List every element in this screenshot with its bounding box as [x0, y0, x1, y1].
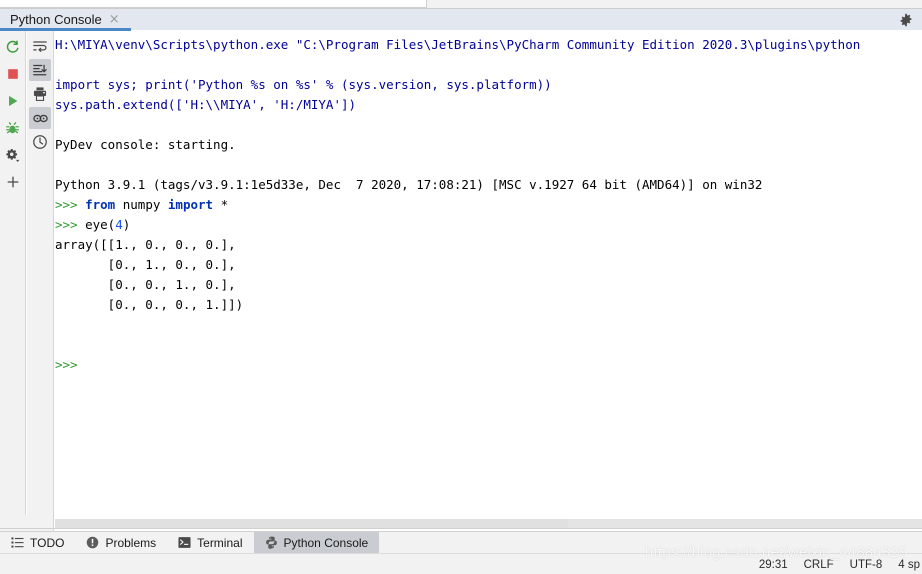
tool-window-button-problems[interactable]: Problems [75, 532, 167, 553]
console-segment: eye( [85, 217, 116, 232]
todo-list-icon [11, 536, 24, 549]
console-segment: >>> [55, 357, 78, 372]
tool-window-button-python-console[interactable]: Python Console [253, 532, 380, 553]
console-segment: sys.path.extend(['H:\\MIYA', 'H:/MIYA']) [55, 97, 357, 112]
tool-window-button-python-console-label: Python Console [283, 535, 369, 550]
settings-dropdown-icon[interactable] [2, 144, 24, 166]
console-segment: array([[1., 0., 0., 0.], [55, 237, 236, 252]
console-line: Python 3.9.1 (tags/v3.9.1:1e5d33e, Dec 7… [55, 175, 922, 195]
console-line: >>> [55, 355, 922, 375]
scroll-to-end-icon[interactable] [29, 59, 51, 81]
console-segment: from [85, 197, 116, 212]
console-line: H:\MIYA\venv\Scripts\python.exe "C:\Prog… [55, 35, 922, 55]
console-line: PyDev console: starting. [55, 135, 922, 155]
tool-window-header: Python Console × [0, 9, 922, 30]
indent-setting[interactable]: 4 sp [898, 559, 920, 571]
tab-python-console-label: Python Console [10, 12, 102, 27]
console-line: import sys; print('Python %s on %s' % (s… [55, 75, 922, 95]
console-line: [0., 0., 1., 0.], [55, 275, 922, 295]
console-segment: H:\MIYA\venv\Scripts\python.exe "C:\Prog… [55, 37, 861, 52]
console-segment: ) [122, 217, 131, 232]
console-line: [0., 1., 0., 0.], [55, 255, 922, 275]
console-segment: Python 3.9.1 (tags/v3.9.1:1e5d33e, Dec 7… [55, 177, 763, 192]
gear-icon[interactable] [898, 12, 914, 28]
python-console-panel: H:\MIYA\venv\Scripts\python.exe "C:\Prog… [0, 31, 922, 531]
tool-window-button-terminal[interactable]: Terminal [167, 532, 253, 553]
console-segment: [0., 1., 0., 0.], [55, 257, 236, 272]
console-run-toolbar [0, 31, 26, 531]
console-line: [0., 0., 0., 1.]]) [55, 295, 922, 315]
editor-tab-strip-remnant [0, 0, 922, 9]
console-line: sys.path.extend(['H:\\MIYA', 'H:/MIYA']) [55, 95, 922, 115]
rerun-icon[interactable] [2, 36, 24, 58]
debug-icon[interactable] [2, 117, 24, 139]
console-bottom-edge [0, 528, 922, 529]
show-console-variables-icon[interactable] [29, 107, 51, 129]
close-icon[interactable]: × [109, 13, 120, 26]
console-line: >>> from numpy import * [55, 195, 922, 215]
history-icon[interactable] [29, 131, 51, 153]
line-separator[interactable]: CRLF [804, 559, 834, 571]
stop-icon[interactable] [2, 63, 24, 85]
run-icon[interactable] [2, 90, 24, 112]
console-output[interactable]: H:\MIYA\venv\Scripts\python.exe "C:\Prog… [54, 31, 922, 515]
problems-icon [86, 536, 99, 549]
console-segment: * [213, 197, 229, 212]
console-segment: >>> [55, 197, 86, 212]
pycharm-window: Python Console × H:\MIYA\venv\Scripts\py… [0, 0, 922, 574]
python-console-icon [265, 536, 278, 549]
plus-icon[interactable] [2, 171, 24, 193]
status-bar-right-group: 29:31 CRLF UTF-8 4 sp [759, 554, 922, 574]
console-segment: import sys; print('Python %s on %s' % (s… [55, 77, 552, 92]
console-segment: import [167, 197, 214, 212]
tool-window-button-terminal-label: Terminal [197, 535, 243, 550]
console-line: array([[1., 0., 0., 0.], [55, 235, 922, 255]
tool-window-button-todo[interactable]: TODO [0, 532, 75, 553]
print-icon[interactable] [29, 83, 51, 105]
console-line: >>> eye(4) [55, 215, 922, 235]
console-segment: >>> [55, 217, 86, 232]
tool-window-bar: TODO Problems Terminal Python Console [0, 531, 922, 553]
console-segment: PyDev console: starting. [55, 137, 236, 152]
status-bar: 29:31 CRLF UTF-8 4 sp [0, 553, 922, 574]
soft-wrap-icon[interactable] [29, 35, 51, 57]
scrollbar-thumb[interactable] [55, 519, 568, 528]
terminal-icon [178, 536, 191, 549]
tool-window-button-todo-label: TODO [30, 535, 65, 550]
file-encoding[interactable]: UTF-8 [850, 559, 883, 571]
console-segment: [0., 0., 1., 0.], [55, 277, 236, 292]
console-segment: numpy [115, 197, 168, 212]
console-view-toolbar [27, 31, 54, 531]
tool-window-button-problems-label: Problems [105, 535, 157, 550]
tab-python-console[interactable]: Python Console × [10, 9, 120, 30]
editor-tab-remnant [0, 0, 427, 8]
caret-position[interactable]: 29:31 [759, 559, 788, 571]
console-segment: 4 [115, 217, 123, 232]
console-segment: [0., 0., 0., 1.]]) [55, 297, 244, 312]
